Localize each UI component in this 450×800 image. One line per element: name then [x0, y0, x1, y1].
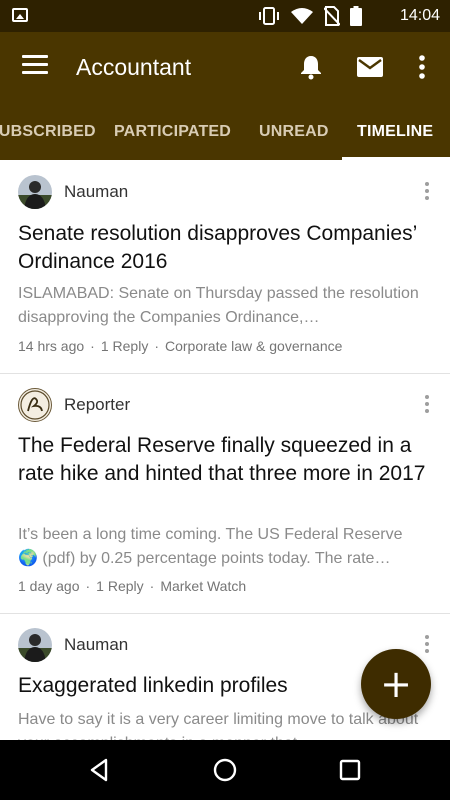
tab-timeline[interactable]: TIMELINE — [357, 123, 433, 141]
more-vert-icon[interactable] — [424, 395, 430, 415]
status-bar: 14:04 — [0, 0, 450, 32]
more-vert-icon[interactable] — [414, 54, 430, 80]
system-nav-bar — [0, 740, 450, 800]
battery-icon — [350, 6, 362, 26]
mail-icon[interactable] — [357, 56, 383, 78]
tab-unread[interactable]: UNREAD — [259, 123, 329, 141]
tab-participated[interactable]: PARTICIPATED — [114, 123, 231, 141]
post-excerpt-line: It’s been a long time coming. The US Fed… — [18, 526, 403, 543]
app-title: Accountant — [76, 54, 192, 80]
post-excerpt-line: 🌍 (pdf) by 0.25 percentage points today.… — [18, 550, 391, 567]
post-category[interactable]: Market Watch — [160, 578, 246, 594]
post-time: 14 hrs ago — [18, 338, 85, 354]
wifi-icon — [291, 8, 313, 24]
post-author[interactable]: Reporter — [64, 395, 130, 415]
status-icons — [258, 6, 362, 26]
compose-button[interactable]: + — [361, 649, 431, 719]
tab-bar: SUBSCRIBED PARTICIPATED UNREAD TIMELINE — [0, 102, 450, 160]
globe-icon: 🌍 — [18, 550, 38, 567]
reply-count[interactable]: 1 Reply — [96, 578, 143, 594]
avatar[interactable] — [18, 628, 52, 662]
post-meta: 14 hrs ago · 1 Reply · Corporate law & gover… — [18, 338, 343, 354]
post-category[interactable]: Corporate law & governance — [165, 338, 342, 354]
menu-icon[interactable] — [22, 55, 48, 77]
vibrate-icon — [259, 7, 279, 25]
post-author[interactable]: Nauman — [64, 182, 128, 202]
post-time: 1 day ago — [18, 578, 80, 594]
avatar[interactable] — [18, 175, 52, 209]
reply-count[interactable]: 1 Reply — [101, 338, 148, 354]
plus-icon: + — [380, 662, 412, 706]
post-author[interactable]: Nauman — [64, 635, 128, 655]
bell-icon[interactable] — [298, 54, 324, 80]
post-title[interactable]: Senate resolution disapproves Companies’… — [18, 220, 436, 276]
app-bar: Accountant — [0, 32, 450, 102]
avatar[interactable] — [18, 388, 52, 422]
post-excerpt: It’s been a long time coming. The US Fed… — [18, 523, 428, 571]
more-vert-icon[interactable] — [424, 182, 430, 202]
clock: 14:04 — [399, 7, 440, 24]
home-icon[interactable] — [210, 755, 240, 785]
back-icon[interactable] — [85, 755, 115, 785]
post-title[interactable]: The Federal Reserve finally squeezed in … — [18, 432, 436, 488]
no-sim-icon — [324, 6, 340, 26]
recents-icon[interactable] — [335, 755, 365, 785]
tab-subscribed[interactable]: SUBSCRIBED — [0, 123, 96, 141]
post-excerpt: ISLAMABAD: Senate on Thursday passed the… — [18, 285, 419, 326]
post-meta: 1 day ago · 1 Reply · Market Watch — [18, 578, 247, 594]
list-item[interactable]: Reporter The Federal Reserve finally squ… — [0, 374, 450, 614]
list-item[interactable]: Nauman Senate resolution disapproves Com… — [0, 160, 450, 374]
image-icon — [12, 8, 28, 22]
